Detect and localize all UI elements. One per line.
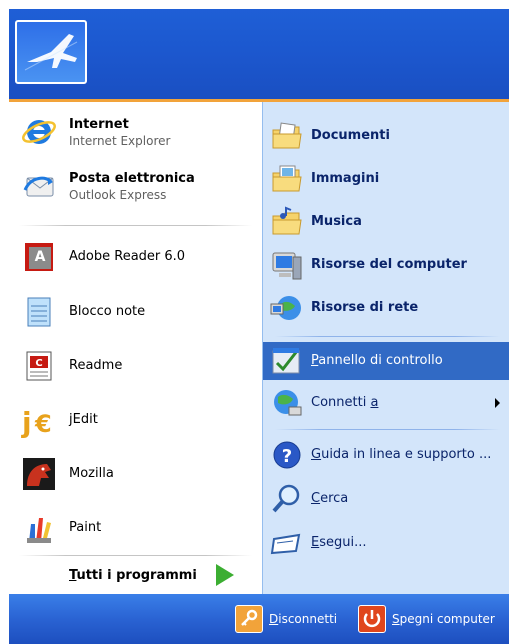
pictures-folder-icon [269,161,305,197]
logoff-label: Disconnetti [269,612,337,626]
power-icon [358,605,386,633]
places-separator-2 [275,429,500,430]
run-label: Esegui... [311,535,367,550]
connect-to-label: Connetti a [311,395,378,410]
shutdown-button[interactable]: Spegni computer [358,604,495,634]
internet-subtitle: Internet Explorer [69,134,171,148]
logoff-key-icon [235,605,263,633]
adobe-reader-icon: A [21,239,57,275]
run-accel: E [311,535,320,550]
music-item[interactable]: Musica [263,203,509,241]
control-panel-icon [269,343,305,379]
places-panel: Documenti Immagini Musica Risorse del co… [262,102,509,594]
control-panel-item[interactable]: Pannello di controllo [263,342,509,380]
documents-folder-icon [269,118,305,154]
help-item[interactable]: ? Guida in linea e supporto ... [263,436,509,474]
all-programs-label: Tutti i programmi [69,568,197,583]
green-arrow-icon [216,564,234,586]
jedit-label: jEdit [69,412,98,427]
places-separator-1 [275,336,500,337]
internet-explorer-icon [21,114,57,150]
internet-item[interactable]: Internet Internet Explorer [9,110,262,154]
music-folder-icon [269,204,305,240]
mozilla-label: Mozilla [69,466,114,481]
all-programs-text: utti i programmi [76,568,197,583]
start-menu-footer: Disconnetti Spegni computer [9,594,509,644]
search-item[interactable]: Cerca [263,480,509,518]
search-icon [269,481,305,517]
email-subtitle: Outlook Express [69,188,167,202]
connect-to-accel: a [370,395,379,410]
svg-text:j: j [21,406,32,438]
paint-label: Paint [69,520,102,535]
mozilla-item[interactable]: Mozilla [9,449,262,499]
mozilla-icon [21,456,57,492]
shutdown-accel: S [392,612,400,626]
documents-label: Documenti [311,128,390,143]
run-item[interactable]: Esegui... [263,524,509,562]
run-icon [269,525,305,561]
jedit-icon: j € [21,402,57,439]
adobe-reader-label: Adobe Reader 6.0 [69,249,186,264]
logoff-button[interactable]: Disconnetti [235,604,337,634]
search-accel: C [311,491,321,506]
help-accel: G [311,447,322,462]
paint-icon [21,510,57,546]
help-icon: ? [269,437,305,473]
pictures-label: Immagini [311,171,380,186]
submenu-arrow-icon [495,398,500,408]
outlook-express-icon [21,168,57,204]
programs-panel: Internet Internet Explorer Posta elettro… [9,102,262,594]
search-label: Cerca [311,491,348,506]
logoff-text: isconnetti [278,612,338,626]
computer-icon [269,247,305,283]
svg-text:C: C [35,358,42,369]
shutdown-text: pegni computer [399,612,495,626]
control-panel-label: Pannello di controllo [311,353,443,368]
notepad-item[interactable]: Blocco note [9,287,262,337]
start-menu-header [9,9,509,102]
shutdown-label: Spegni computer [392,612,495,626]
connect-globe-icon [269,385,305,421]
help-label: Guida in linea e supporto ... [311,447,491,462]
music-label: Musica [311,214,362,229]
svg-text:A: A [35,249,46,265]
start-menu: Internet Internet Explorer Posta elettro… [9,9,509,644]
user-avatar-airplane-icon[interactable] [15,20,87,84]
control-panel-text: annello di controllo [318,353,443,368]
search-text: erca [320,491,349,506]
adobe-reader-item[interactable]: A Adobe Reader 6.0 [9,233,262,281]
connect-to-text: Connetti [311,395,371,410]
pinned-separator [19,225,252,226]
internet-title: Internet [69,117,129,132]
all-programs-button[interactable]: Tutti i programmi [9,560,262,590]
network-icon [269,290,305,326]
all-programs-separator [19,555,252,556]
readme-icon: C [21,348,57,384]
my-computer-item[interactable]: Risorse del computer [263,246,509,284]
run-text: segui... [319,535,367,550]
pictures-item[interactable]: Immagini [263,160,509,198]
readme-item[interactable]: C Readme [9,341,262,391]
logoff-accel: D [269,612,279,626]
notepad-label: Blocco note [69,304,146,319]
network-label: Risorse di rete [311,300,419,315]
documents-item[interactable]: Documenti [263,117,509,155]
readme-label: Readme [69,358,123,373]
svg-text:€: € [34,410,52,438]
network-item[interactable]: Risorse di rete [263,289,509,327]
svg-text:?: ? [282,446,292,467]
notepad-icon [21,294,57,330]
email-item[interactable]: Posta elettronica Outlook Express [9,164,262,208]
connect-to-item[interactable]: Connetti a [263,384,509,422]
help-text: uida in linea e supporto ... [321,447,492,462]
paint-item[interactable]: Paint [9,503,262,553]
my-computer-label: Risorse del computer [311,257,467,272]
email-title: Posta elettronica [69,171,195,186]
jedit-item[interactable]: j € jEdit [9,395,262,445]
